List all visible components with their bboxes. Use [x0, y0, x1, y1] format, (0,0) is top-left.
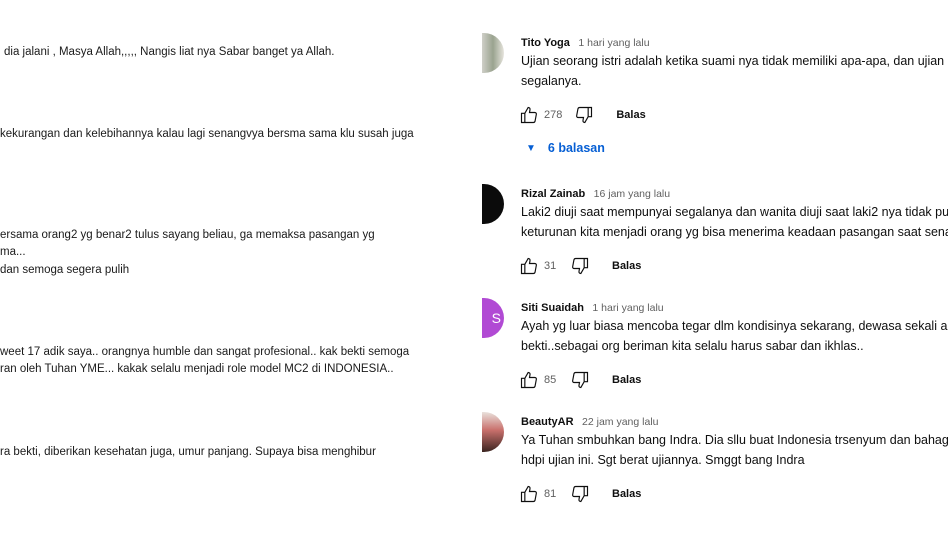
left-comment-text: dia jalani , Masya Allah,,,,, Nangis lia…: [4, 46, 335, 58]
comment-text-line: bekti..sebagai org beriman kita selalu h…: [521, 339, 864, 353]
comment-author[interactable]: BeautyAR: [521, 416, 574, 428]
left-comment-text: ma...: [0, 246, 26, 258]
comment-actions: 31 Balas: [519, 256, 641, 276]
comment-header: BeautyAR 22 jam yang lalu: [521, 412, 659, 430]
comments-list: Tito Yoga 1 hari yang lalu Ujian seorang…: [482, 0, 948, 533]
comment-text-line: segalanya.: [521, 74, 582, 88]
thumbs-up-icon[interactable]: [519, 256, 539, 276]
reply-button[interactable]: Balas: [612, 488, 641, 500]
comment-author[interactable]: Siti Suaidah: [521, 302, 584, 314]
reply-button[interactable]: Balas: [612, 260, 641, 272]
left-comment-text: kekurangan dan kelebihannya kalau lagi s…: [0, 128, 414, 140]
left-comment-text: dan semoga segera pulih: [0, 264, 130, 276]
comment-text: Ya Tuhan smbuhkan bang Indra. Dia sllu b…: [521, 430, 948, 470]
comment-text: Ayah yg luar biasa mencoba tegar dlm kon…: [521, 316, 948, 356]
reply-button[interactable]: Balas: [612, 374, 641, 386]
comment-time[interactable]: 1 hari yang lalu: [592, 302, 663, 314]
reply-button[interactable]: Balas: [616, 109, 645, 121]
avatar[interactable]: [482, 33, 504, 73]
comment-actions: 85 Balas: [519, 370, 641, 390]
comment-time[interactable]: 22 jam yang lalu: [582, 416, 658, 428]
comment-actions: 81 Balas: [519, 484, 641, 504]
comment-text-line: Ayah yg luar biasa mencoba tegar dlm kon…: [521, 319, 948, 333]
comment-text: Laki2 diuji saat mempunyai segalanya dan…: [521, 202, 948, 242]
comment-text-line: Laki2 diuji saat mempunyai segalanya dan…: [521, 205, 948, 219]
thumbs-up-icon[interactable]: [519, 370, 539, 390]
thumbs-down-icon[interactable]: [570, 370, 590, 390]
avatar[interactable]: [482, 184, 504, 224]
left-comment-text: ersama orang2 yg benar2 tulus sayang bel…: [0, 229, 375, 241]
comment-header: Siti Suaidah 1 hari yang lalu: [521, 298, 664, 316]
comment-time[interactable]: 16 jam yang lalu: [594, 188, 670, 200]
thumbs-down-icon[interactable]: [570, 484, 590, 504]
like-count: 278: [544, 109, 563, 121]
left-comment-text: ran oleh Tuhan YME... kakak selalu menja…: [0, 363, 394, 375]
caret-down-icon: ▼: [526, 142, 536, 154]
comment-author[interactable]: Tito Yoga: [521, 37, 570, 49]
comment-text-line: keturunan kita menjadi orang yg bisa men…: [521, 225, 948, 239]
left-comment-text: weet 17 adik saya.. orangnya humble dan …: [0, 346, 410, 358]
comment-text-line: Ujian seorang istri adalah ketika suami …: [521, 54, 948, 68]
thumbs-down-icon[interactable]: [570, 256, 590, 276]
left-comment-text: ra bekti, diberikan kesehatan juga, umur…: [0, 446, 376, 458]
left-comments-column: dia jalani , Masya Allah,,,,, Nangis lia…: [0, 0, 470, 533]
comment-actions: 278 Balas: [519, 105, 646, 125]
like-count: 81: [544, 488, 557, 500]
comment-time[interactable]: 1 hari yang lalu: [578, 37, 649, 49]
comment-text-line: hdpi ujian ini. Sgt berat ujiannya. Smgg…: [521, 453, 805, 467]
view-replies-button[interactable]: ▼ 6 balasan: [526, 141, 605, 155]
thumbs-down-icon[interactable]: [574, 105, 594, 125]
like-count: 31: [544, 260, 557, 272]
comment-author[interactable]: Rizal Zainab: [521, 188, 585, 200]
comment-text-line: Ya Tuhan smbuhkan bang Indra. Dia sllu b…: [521, 433, 948, 447]
comment-header: Tito Yoga 1 hari yang lalu: [521, 33, 650, 51]
comment-header: Rizal Zainab 16 jam yang lalu: [521, 184, 670, 202]
thumbs-up-icon[interactable]: [519, 105, 539, 125]
avatar-letter: S: [491, 310, 501, 326]
like-count: 85: [544, 374, 557, 386]
comment-text: Ujian seorang istri adalah ketika suami …: [521, 51, 948, 91]
thumbs-up-icon[interactable]: [519, 484, 539, 504]
avatar[interactable]: S: [482, 298, 504, 338]
avatar[interactable]: [482, 412, 504, 452]
replies-count-label: 6 balasan: [547, 141, 605, 155]
